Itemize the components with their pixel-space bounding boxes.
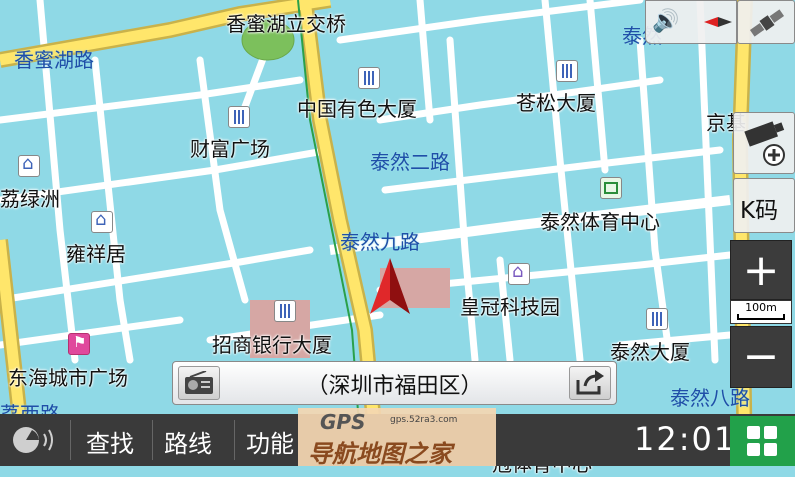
menu-functions[interactable]: 功能 (246, 424, 294, 459)
watermark-url: gps.52ra3.com (390, 415, 458, 425)
satellite-status-button[interactable] (737, 0, 795, 44)
menu-route[interactable]: 路线 (164, 424, 212, 459)
place-label[interactable]: 中国有色大厦 (297, 93, 417, 122)
speaker-icon[interactable]: 🔊 (652, 9, 679, 34)
volume-icon[interactable] (10, 424, 58, 456)
satellite-icon (749, 9, 785, 37)
zoom-out-button[interactable]: − (730, 326, 792, 388)
share-button[interactable] (569, 366, 611, 400)
menu-search[interactable]: 查找 (86, 424, 134, 459)
camera-add-button[interactable] (733, 112, 795, 174)
road-label: 泰然二路 (370, 150, 450, 174)
building-icon (646, 308, 668, 330)
building-icon (274, 300, 296, 322)
place-label[interactable]: 招商银行大厦 (212, 329, 332, 358)
zoom-in-button[interactable]: + (730, 240, 792, 300)
k-code-label: K码 (740, 198, 779, 224)
watermark-brand: GPS (320, 410, 366, 434)
residence-icon (91, 209, 113, 233)
current-address: （深圳市福田区） (306, 374, 483, 399)
place-label[interactable]: 东海城市广场 (8, 362, 128, 391)
camera-add-icon (744, 121, 785, 166)
place-label[interactable]: 泰然体育中心 (540, 206, 660, 235)
radio-button[interactable] (178, 366, 220, 400)
clock: 12:01 (634, 420, 737, 458)
shopping-icon (68, 333, 90, 355)
place-label[interactable]: 荔绿洲 (0, 183, 60, 212)
separator (234, 420, 235, 460)
scale-label: 100m (745, 301, 777, 314)
industrial-park-icon (508, 261, 530, 285)
place-label[interactable]: 苍松大厦 (516, 87, 596, 116)
address-bar: （深圳市福田区） (172, 361, 617, 405)
place-label[interactable]: 皇冠科技园 (460, 291, 560, 320)
building-icon (556, 60, 578, 82)
place-label[interactable]: 泰然大厦 (610, 336, 690, 365)
k-code-button[interactable]: K码 (733, 178, 795, 233)
scale-indicator: 100m (730, 300, 792, 324)
watermark-logo: GPS gps.52ra3.com 导航地图之家 (298, 408, 496, 468)
residence-icon (18, 153, 40, 177)
building-icon (358, 67, 380, 89)
road-label: 香蜜湖路 (14, 48, 94, 72)
separator (70, 420, 71, 460)
place-label[interactable]: 雍祥居 (66, 238, 126, 267)
current-position-arrow-icon (370, 258, 410, 314)
place-label[interactable]: 香蜜湖立交桥 (226, 8, 346, 37)
share-icon (576, 370, 604, 395)
compass-icon[interactable] (702, 11, 734, 33)
stadium-icon (600, 177, 622, 199)
road-label: 泰然九路 (340, 230, 420, 254)
radio-icon (185, 371, 213, 394)
watermark-title: 导航地图之家 (308, 440, 452, 468)
place-label[interactable]: 财富广场 (190, 133, 270, 162)
separator (152, 420, 153, 460)
main-menu-button[interactable] (730, 416, 795, 466)
grid-icon (747, 426, 760, 439)
sound-compass-panel: 🔊 (645, 0, 737, 44)
building-icon (228, 106, 250, 128)
